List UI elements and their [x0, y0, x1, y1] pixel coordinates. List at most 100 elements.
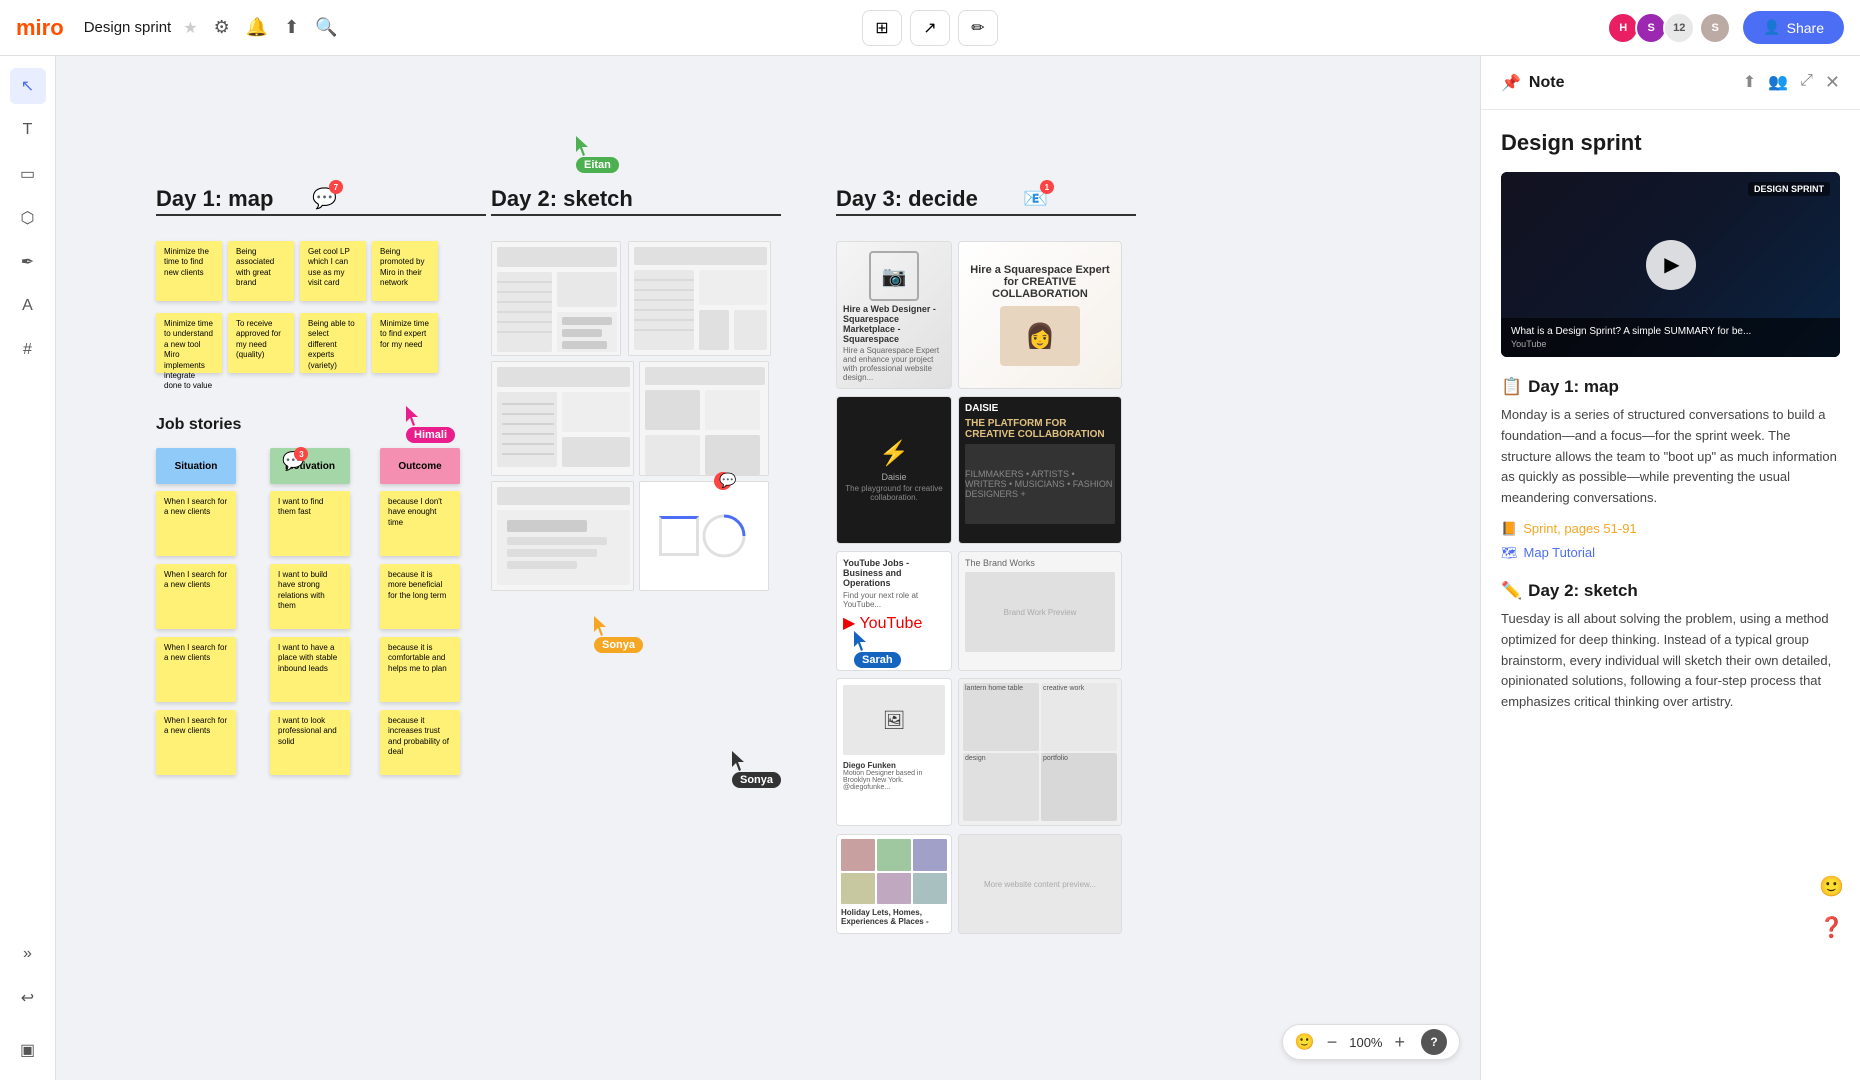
sketch-frame-loading[interactable]	[639, 481, 769, 591]
outcome-header: Outcome	[380, 448, 460, 484]
decide-card-1[interactable]: 📷 Hire a Web Designer - Squarespace Mark…	[836, 241, 952, 389]
day1-note-title: 📋 Day 1: map	[1501, 377, 1840, 397]
day3-divider	[836, 214, 1136, 216]
cursor-himali: Himali	[406, 406, 455, 443]
job-row3-outcome[interactable]: because it is comfortable and helps me t…	[380, 637, 460, 702]
situation-header: Situation	[156, 448, 236, 484]
day2-header: Day 2: sketch	[491, 186, 633, 212]
job-row4-situation[interactable]: When I search for a new clients	[156, 710, 236, 775]
note-panel-title-area: 📌 Note	[1501, 73, 1564, 93]
draw-tool-btn[interactable]: ✏	[958, 10, 998, 46]
sketch-frame-2[interactable]	[628, 241, 771, 356]
day1-links: 📙 Sprint, pages 51-91 🗺 Map Tutorial	[1501, 521, 1840, 565]
pen-tool[interactable]: ✒	[10, 244, 46, 280]
decide-card-3[interactable]: ⚡ Daisie The playground for creative col…	[836, 396, 952, 544]
board-title[interactable]: Design sprint	[84, 19, 172, 36]
job-stories-header: Job stories	[156, 416, 241, 434]
job-row3-motivation[interactable]: I want to have a place with stable inbou…	[270, 637, 350, 702]
arrow-tool-btn[interactable]: ↗	[910, 10, 950, 46]
sticky-note[interactable]: Being associated with great brand	[228, 241, 294, 301]
upload-icon-note[interactable]: ⬆	[1743, 72, 1756, 93]
video-badge: DESIGN SPRINT	[1748, 182, 1830, 196]
job-row4-outcome[interactable]: because it increases trust and probabili…	[380, 710, 460, 775]
note-content: Design sprint What is a Design Sprint? A…	[1481, 110, 1860, 745]
more-tools[interactable]: »	[10, 936, 46, 972]
sticky-note[interactable]: Minimize the time to find new clients	[156, 241, 222, 301]
marker-tool[interactable]: A	[10, 288, 46, 324]
day2-note-text: Tuesday is all about solving the problem…	[1501, 609, 1840, 713]
bell-icon[interactable]: 🔔	[246, 17, 268, 38]
day1-badge: 7	[329, 180, 343, 194]
decide-card-7[interactable]: lantern home table creative work design …	[958, 678, 1122, 826]
day3-badge: 1	[1040, 180, 1054, 194]
sprint-pages-link[interactable]: 📙 Sprint, pages 51-91	[1501, 521, 1840, 537]
settings-icon[interactable]: ⚙	[214, 17, 230, 38]
cursor-sarah: Sarah	[854, 631, 901, 668]
avatar-group: H S 12 S	[1607, 12, 1731, 44]
sticky-note[interactable]: Being promoted by Miro in their network	[372, 241, 438, 301]
expand-icon[interactable]: ⤢	[1800, 72, 1813, 93]
job-row1-motivation[interactable]: I want to find them fast	[270, 491, 350, 556]
emoji-icon[interactable]: 🙂	[1819, 874, 1844, 899]
decide-card-2[interactable]: Hire a Squarespace Expert for CREATIVE C…	[958, 241, 1122, 389]
job-row1-outcome[interactable]: because I don't have enought time	[380, 491, 460, 556]
sticky-note[interactable]: Minimize time to find expert for my need	[372, 313, 438, 373]
smile-icon[interactable]: 🙂	[1295, 1032, 1315, 1052]
share-button[interactable]: 👤 Share	[1743, 11, 1844, 44]
video-source: YouTube	[1511, 339, 1830, 349]
job-row1-situation[interactable]: When I search for a new clients	[156, 491, 236, 556]
sketch-frame-5[interactable]	[491, 481, 634, 591]
star-icon[interactable]: ★	[183, 18, 197, 38]
grid-tool-btn[interactable]: ⊞	[862, 10, 902, 46]
play-button[interactable]: ▶	[1646, 240, 1696, 290]
job-row2-motivation[interactable]: I want to build have strong relations wi…	[270, 564, 350, 629]
shapes-tool[interactable]: ⬡	[10, 200, 46, 236]
map-tutorial-link[interactable]: 🗺 Map Tutorial	[1501, 545, 1840, 561]
day3-header: Day 3: decide	[836, 186, 978, 212]
sticky-note[interactable]: To receive approved for my need (quality…	[228, 313, 294, 373]
help-icon-note[interactable]: ❓	[1819, 915, 1844, 940]
upload-icon[interactable]: ⬆	[284, 17, 299, 38]
help-btn[interactable]: ?	[1421, 1029, 1447, 1055]
cursor-eitan: Eitan	[576, 136, 619, 173]
job-row2-outcome[interactable]: because it is more beneficial for the lo…	[380, 564, 460, 629]
sketch-frame-4[interactable]	[639, 361, 769, 476]
sticky-tool[interactable]: ▭	[10, 156, 46, 192]
day2-divider	[491, 214, 781, 216]
sketch-frame-3[interactable]	[491, 361, 634, 476]
sticky-note[interactable]: Minimize time to understand a new tool M…	[156, 313, 222, 373]
job-row4-motivation[interactable]: I want to look professional and solid	[270, 710, 350, 775]
collaborators-icon[interactable]: 👥	[1768, 72, 1788, 93]
job-row2-situation[interactable]: When I search for a new clients	[156, 564, 236, 629]
decide-card-6[interactable]: The Brand Works Brand Work Preview	[958, 551, 1122, 671]
close-icon-note[interactable]: ✕	[1825, 72, 1840, 93]
day1-note-icon: 📋	[1501, 377, 1522, 397]
decide-card-8[interactable]: More website content preview...	[958, 834, 1122, 934]
decide-card-4[interactable]: DAISIE THE PLATFORM FOR CREATIVE COLLABO…	[958, 396, 1122, 544]
share-icon: 👤	[1763, 19, 1780, 36]
job-row3-situation[interactable]: When I search for a new clients	[156, 637, 236, 702]
cursor-tool[interactable]: ↖	[10, 68, 46, 104]
avatar-3[interactable]: S	[1699, 12, 1731, 44]
zoom-in-btn[interactable]: +	[1390, 1030, 1409, 1055]
undo-tool[interactable]: ↩	[10, 980, 46, 1016]
topbar-right: H S 12 S 👤 Share	[1607, 11, 1844, 44]
sticky-note[interactable]: Get cool LP which I can use as my visit …	[300, 241, 366, 301]
frame-tool[interactable]: #	[10, 332, 46, 368]
canvas-area[interactable]: Day 1: map 💬 7 Day 2: sketch Day 3: deci…	[56, 56, 1480, 1080]
sticky-note[interactable]: Being able to select different experts (…	[300, 313, 366, 373]
sketch-frame-1[interactable]	[491, 241, 621, 356]
search-icon[interactable]: 🔍	[315, 17, 337, 38]
day3-icon: 📧 1	[1023, 186, 1048, 211]
miro-logo[interactable]: miro	[16, 15, 64, 41]
zoom-out-btn[interactable]: −	[1323, 1030, 1342, 1055]
decide-card-holiday[interactable]: Holiday Lets, Homes, Experiences & Place…	[836, 834, 952, 934]
avatar-count[interactable]: 12	[1663, 12, 1695, 44]
topbar-actions: ⚙ 🔔 ⬆ 🔍	[214, 17, 338, 38]
sidebar-toggle[interactable]: ▣	[10, 1032, 46, 1068]
topbar-center-tools: ⊞ ↗ ✏	[862, 10, 998, 46]
note-video[interactable]: What is a Design Sprint? A simple SUMMAR…	[1501, 172, 1840, 357]
zoom-controls: 🙂 − 100% + ?	[1282, 1024, 1460, 1060]
text-tool[interactable]: T	[10, 112, 46, 148]
decide-card-diego[interactable]: 🖼 Diego Funken Motion Designer based in …	[836, 678, 952, 826]
